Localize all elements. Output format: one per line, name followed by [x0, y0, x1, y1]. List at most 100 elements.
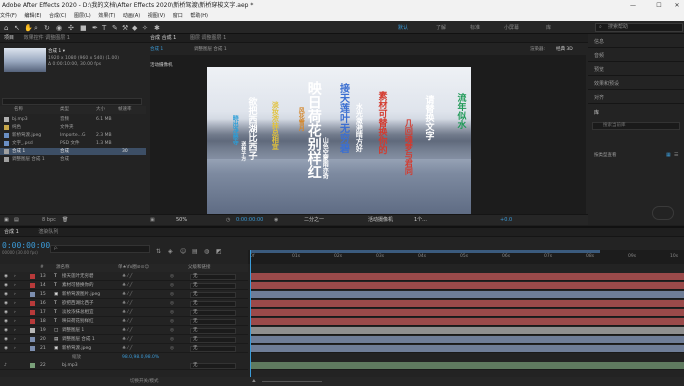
views-select[interactable]: 1个...	[414, 215, 427, 225]
minimize-icon[interactable]: —	[626, 0, 640, 11]
panel-align[interactable]: 对齐	[594, 94, 604, 101]
label-color[interactable]	[30, 328, 35, 333]
audio-icon[interactable]: ♪	[4, 362, 7, 370]
parent-select[interactable]: 无	[190, 310, 236, 316]
col-size[interactable]: 大小	[96, 106, 105, 114]
parent-select[interactable]: 无	[190, 337, 236, 343]
layer-duration-bar[interactable]	[250, 282, 684, 290]
layer-row-audio[interactable]: ♪ 22 bj.mp3 无	[0, 362, 248, 370]
expand-icon[interactable]: ›	[14, 318, 16, 326]
label-color[interactable]	[30, 346, 35, 351]
layer-duration-bar[interactable]	[250, 273, 684, 281]
parent-select[interactable]: 无	[190, 292, 236, 298]
layer-row[interactable]: ◉ › 21 ▣ 新桥驾渡.jpeg ♣ ⁄ ╱ ◎ 无	[0, 345, 248, 353]
menu-window[interactable]: 窗口	[173, 13, 183, 19]
zoom-select[interactable]: 50%	[176, 215, 187, 225]
renderer-select[interactable]: 经典 3D	[556, 46, 573, 52]
menu-animation[interactable]: 动画(A)	[123, 13, 140, 19]
zoom-out-icon[interactable]: ⛰	[252, 377, 256, 386]
scale-property-row[interactable]: 缩放 98.0,98.0,98.0%	[0, 354, 248, 361]
library-view-label[interactable]: 按类型查看	[594, 152, 617, 158]
list-view-icon[interactable]: ☰	[674, 152, 678, 158]
parent-select[interactable]: 无	[190, 274, 236, 280]
grid-view-icon[interactable]: ▦	[666, 152, 671, 158]
label-color[interactable]	[30, 292, 35, 297]
layer-name[interactable]: 欲把西湖比西子	[62, 300, 94, 308]
comp-timecode[interactable]: 0:00:00:00	[236, 215, 263, 225]
visibility-icon[interactable]: ◉	[4, 318, 8, 326]
trash-icon[interactable]: 🗑	[62, 217, 68, 223]
parent-pickwhip-icon[interactable]: ◎	[170, 336, 174, 344]
parent-pickwhip-icon[interactable]: ◎	[170, 273, 174, 281]
visibility-icon[interactable]: ◉	[4, 309, 8, 317]
work-area-bar[interactable]	[250, 250, 600, 253]
layer-row[interactable]: ◉ › 20 ▤ 调整图层 合成 1 ♣ ⁄ ╱ ◎ 无	[0, 336, 248, 344]
timeline-search-input[interactable]: ρ.	[50, 245, 150, 253]
zoom-slider[interactable]	[262, 381, 322, 382]
resolution-select[interactable]: 二分之一	[304, 215, 324, 225]
panel-info[interactable]: 信息	[594, 38, 604, 45]
project-item[interactable]: bj.mp3 音频 6.1 MB	[0, 116, 146, 123]
timeline-timecode[interactable]: 0:00:00:00	[2, 241, 50, 250]
col-type[interactable]: 类型	[60, 106, 69, 114]
layer-duration-bar[interactable]	[250, 336, 684, 344]
toggle-switches-modes[interactable]: 切换开关/模式	[130, 377, 159, 386]
visibility-icon[interactable]: ◉	[4, 336, 8, 344]
menu-layer[interactable]: 图层(L)	[74, 13, 91, 19]
layer-duration-bar[interactable]	[250, 291, 684, 299]
visibility-icon[interactable]: ◉	[4, 327, 8, 335]
layer-row[interactable]: ◉ › 15 ▣ 新桥驾渡图片.jpeg ♣ ⁄ ╱ ◎ 无	[0, 291, 248, 299]
switch-icons[interactable]: ♣ ⁄ ╱	[122, 291, 132, 299]
layer-name[interactable]: 接天莲叶无穷碧	[62, 273, 94, 281]
label-color[interactable]	[30, 310, 35, 315]
layer-name[interactable]: 映日荷花别样红	[62, 318, 94, 326]
layer-name[interactable]: 淡妆浓抹总相宜	[62, 309, 94, 317]
switch-icons[interactable]: ♣ ⁄ ╱	[122, 336, 132, 344]
visibility-icon[interactable]: ◉	[4, 273, 8, 281]
parent-select[interactable]: 无	[190, 301, 236, 307]
visibility-icon[interactable]: ◉	[4, 300, 8, 308]
exposure-value[interactable]: +0.0	[500, 215, 512, 225]
panel-preview[interactable]: 预览	[594, 66, 604, 73]
comp-subtab-2[interactable]: 调整图层 合成 1	[194, 46, 227, 52]
menu-file[interactable]: 文件(F)	[0, 13, 17, 19]
expand-icon[interactable]: ›	[14, 327, 16, 335]
label-color[interactable]	[30, 363, 35, 368]
parent-select[interactable]: 无	[190, 346, 236, 352]
panel-effects-presets[interactable]: 效果和预设	[594, 80, 619, 87]
expand-icon[interactable]: ›	[14, 309, 16, 317]
view-select[interactable]: 活动摄像机	[368, 215, 393, 225]
workspace-library[interactable]: 库	[546, 24, 551, 31]
parent-select[interactable]: 无	[190, 283, 236, 289]
col-name[interactable]: 名称	[14, 106, 23, 114]
help-search-input[interactable]: ⌕ 搜索帮助	[595, 23, 683, 32]
label-color[interactable]	[30, 274, 35, 279]
layer-duration-bar[interactable]	[250, 327, 684, 335]
project-item[interactable]: 纯色 文件夹	[0, 124, 146, 131]
workspace-small-screen[interactable]: 小屏幕	[504, 24, 519, 31]
col-parent[interactable]: 父级和链接	[188, 264, 211, 272]
switch-icons[interactable]: ♣ ⁄ ╱	[122, 345, 132, 353]
layer-name[interactable]: 素材可替换你的	[62, 282, 94, 290]
camera-icon[interactable]: ◉	[274, 215, 278, 225]
tab-effect-controls[interactable]: 效果控件 调整图层 1	[24, 35, 70, 41]
layer-row[interactable]: ◉ › 17 T 淡妆浓抹总相宜 ♣ ⁄ ╱ ◎ 无	[0, 309, 248, 317]
parent-pickwhip-icon[interactable]: ◎	[170, 309, 174, 317]
playhead[interactable]	[250, 250, 251, 386]
project-item[interactable]: 文字_.psd PSD 文件 1.3 MB	[0, 140, 146, 147]
expand-icon[interactable]: ›	[14, 282, 16, 290]
layer-name[interactable]: 调整图层 合成 1	[62, 336, 95, 344]
expand-icon[interactable]: ›	[14, 336, 16, 344]
layer-duration-bar[interactable]	[250, 318, 684, 326]
tab-layer[interactable]: 图层 调整图层 1	[190, 35, 226, 41]
menu-help[interactable]: 帮助(H)	[190, 13, 208, 19]
menu-edit[interactable]: 编辑(E)	[24, 13, 41, 19]
switch-icons[interactable]: ♣ ⁄ ╱	[122, 318, 132, 326]
close-icon[interactable]: ✕	[670, 0, 684, 11]
layer-name[interactable]: 调整图层 1	[62, 327, 84, 335]
expand-icon[interactable]: ›	[14, 345, 16, 353]
project-item[interactable]: 新桥驾渡.jpeg Importe...G 2.3 MB	[0, 132, 146, 139]
parent-select[interactable]: 无	[190, 328, 236, 334]
visibility-icon[interactable]: ◉	[4, 282, 8, 290]
layer-row[interactable]: ◉ › 18 T 映日荷花别样红 ♣ ⁄ ╱ ◎ 无	[0, 318, 248, 326]
